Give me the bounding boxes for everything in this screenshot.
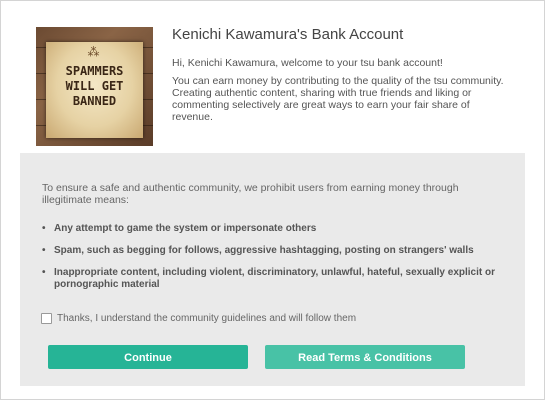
agree-label: Thanks, I understand the community guide…	[57, 312, 357, 324]
policy-intro: To ensure a safe and authentic community…	[42, 182, 459, 206]
page-title: Kenichi Kawamura's Bank Account	[172, 26, 404, 43]
continue-button[interactable]: Continue	[48, 345, 248, 369]
list-item: Spam, such as begging for follows, aggre…	[42, 245, 502, 257]
prohibited-list: Any attempt to game the system or impers…	[42, 223, 502, 301]
account-dialog: ⁂ SPAMMERS WILL GET BANNED Kenichi Kawam…	[0, 0, 545, 400]
agree-checkbox[interactable]	[41, 312, 52, 324]
agree-checkbox-row[interactable]: Thanks, I understand the community guide…	[41, 311, 356, 325]
poster-sign: ⁂ SPAMMERS WILL GET BANNED	[46, 42, 143, 138]
guidelines-panel: To ensure a safe and authentic community…	[20, 153, 525, 386]
spammers-poster-image: ⁂ SPAMMERS WILL GET BANNED	[36, 27, 153, 146]
list-item: Inappropriate content, including violent…	[42, 267, 502, 291]
earnings-intro: You can earn money by contributing to th…	[172, 75, 504, 123]
poster-sign-text: SPAMMERS WILL GET BANNED	[65, 64, 124, 108]
crossed-pistols-icon: ⁂	[87, 45, 102, 59]
list-item: Any attempt to game the system or impers…	[42, 223, 502, 235]
read-terms-button[interactable]: Read Terms & Conditions	[265, 345, 465, 369]
welcome-greeting: Hi, Kenichi Kawamura, welcome to your ts…	[172, 57, 443, 69]
